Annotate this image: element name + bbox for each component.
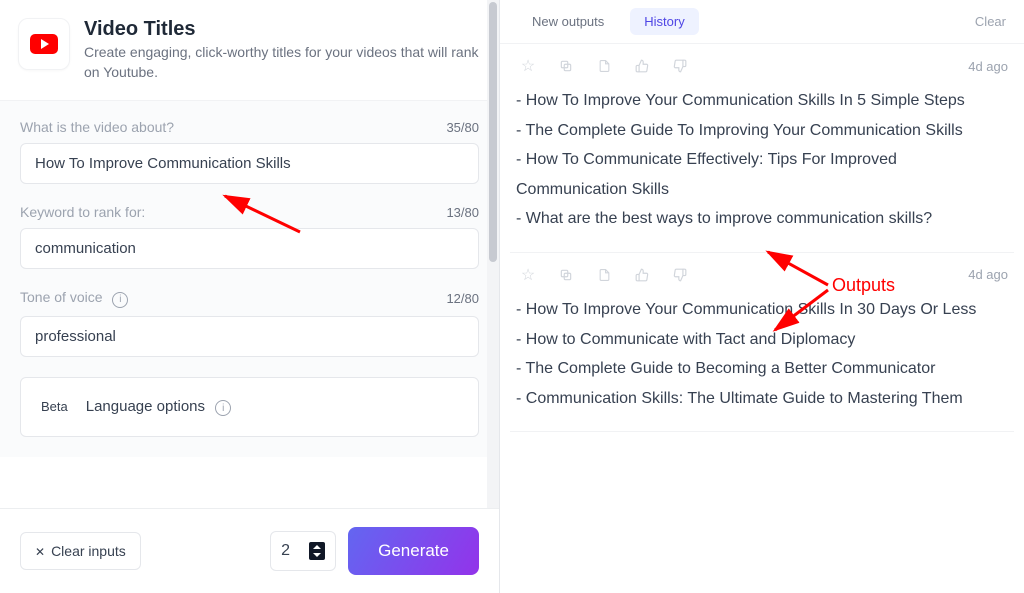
form-scroll: Video Titles Create engaging, click-wort… <box>0 0 499 508</box>
language-label: Language options i <box>86 398 231 417</box>
keyword-counter: 13/80 <box>446 205 479 220</box>
output-timestamp: 4d ago <box>968 59 1008 74</box>
star-icon[interactable]: ☆ <box>520 267 536 283</box>
field-tone: Tone of voice i 12/80 <box>20 289 479 357</box>
about-counter: 35/80 <box>446 120 479 135</box>
thumbs-down-icon[interactable] <box>672 58 688 74</box>
close-icon <box>35 543 45 559</box>
input-form: What is the video about? 35/80 Keyword t… <box>0 101 499 457</box>
tab-history[interactable]: History <box>630 8 698 35</box>
output-card: ☆ 4d ago - How To Improve Your Communica… <box>510 253 1014 432</box>
tone-input[interactable] <box>20 316 479 357</box>
keyword-label: Keyword to rank for: <box>20 204 145 220</box>
footer-bar: Clear inputs 2 Generate <box>0 508 499 593</box>
output-text: - How To Improve Your Communication Skil… <box>516 291 1008 413</box>
page-subtitle: Create engaging, click-worthy titles for… <box>84 43 479 82</box>
left-panel: Video Titles Create engaging, click-wort… <box>0 0 500 593</box>
clear-inputs-button[interactable]: Clear inputs <box>20 532 141 570</box>
info-icon[interactable]: i <box>215 400 231 416</box>
beta-badge: Beta <box>41 399 68 414</box>
clear-outputs-button[interactable]: Clear <box>975 14 1006 29</box>
scrollbar[interactable] <box>487 0 499 508</box>
tab-new-outputs[interactable]: New outputs <box>518 8 618 35</box>
stepper-icon[interactable] <box>309 542 325 560</box>
thumbs-down-icon[interactable] <box>672 267 688 283</box>
count-value: 2 <box>281 542 293 560</box>
output-card: ☆ 4d ago - How To Improve Your Communica… <box>510 44 1014 253</box>
doc-icon[interactable] <box>596 58 612 74</box>
page-title: Video Titles <box>84 18 479 41</box>
results-list: ☆ 4d ago - How To Improve Your Communica… <box>500 44 1024 442</box>
info-icon[interactable]: i <box>112 292 128 308</box>
star-icon[interactable]: ☆ <box>520 58 536 74</box>
thumbs-up-icon[interactable] <box>634 58 650 74</box>
language-options[interactable]: Beta Language options i <box>20 377 479 438</box>
output-tabs: New outputs History Clear <box>500 0 1024 44</box>
tone-counter: 12/80 <box>446 291 479 306</box>
copy-icon[interactable] <box>558 267 574 283</box>
template-header: Video Titles Create engaging, click-wort… <box>0 0 499 101</box>
keyword-input[interactable] <box>20 228 479 269</box>
field-about: What is the video about? 35/80 <box>20 119 479 184</box>
right-panel: New outputs History Clear ☆ 4d ago <box>500 0 1024 593</box>
tone-label: Tone of voice i <box>20 289 128 308</box>
field-keyword: Keyword to rank for: 13/80 <box>20 204 479 269</box>
about-input[interactable] <box>20 143 479 184</box>
output-timestamp: 4d ago <box>968 267 1008 282</box>
output-count-stepper[interactable]: 2 <box>270 531 336 571</box>
youtube-icon <box>18 18 70 70</box>
about-label: What is the video about? <box>20 119 174 135</box>
copy-icon[interactable] <box>558 58 574 74</box>
output-text: - How To Improve Your Communication Skil… <box>516 82 1008 234</box>
doc-icon[interactable] <box>596 267 612 283</box>
generate-button[interactable]: Generate <box>348 527 479 575</box>
thumbs-up-icon[interactable] <box>634 267 650 283</box>
